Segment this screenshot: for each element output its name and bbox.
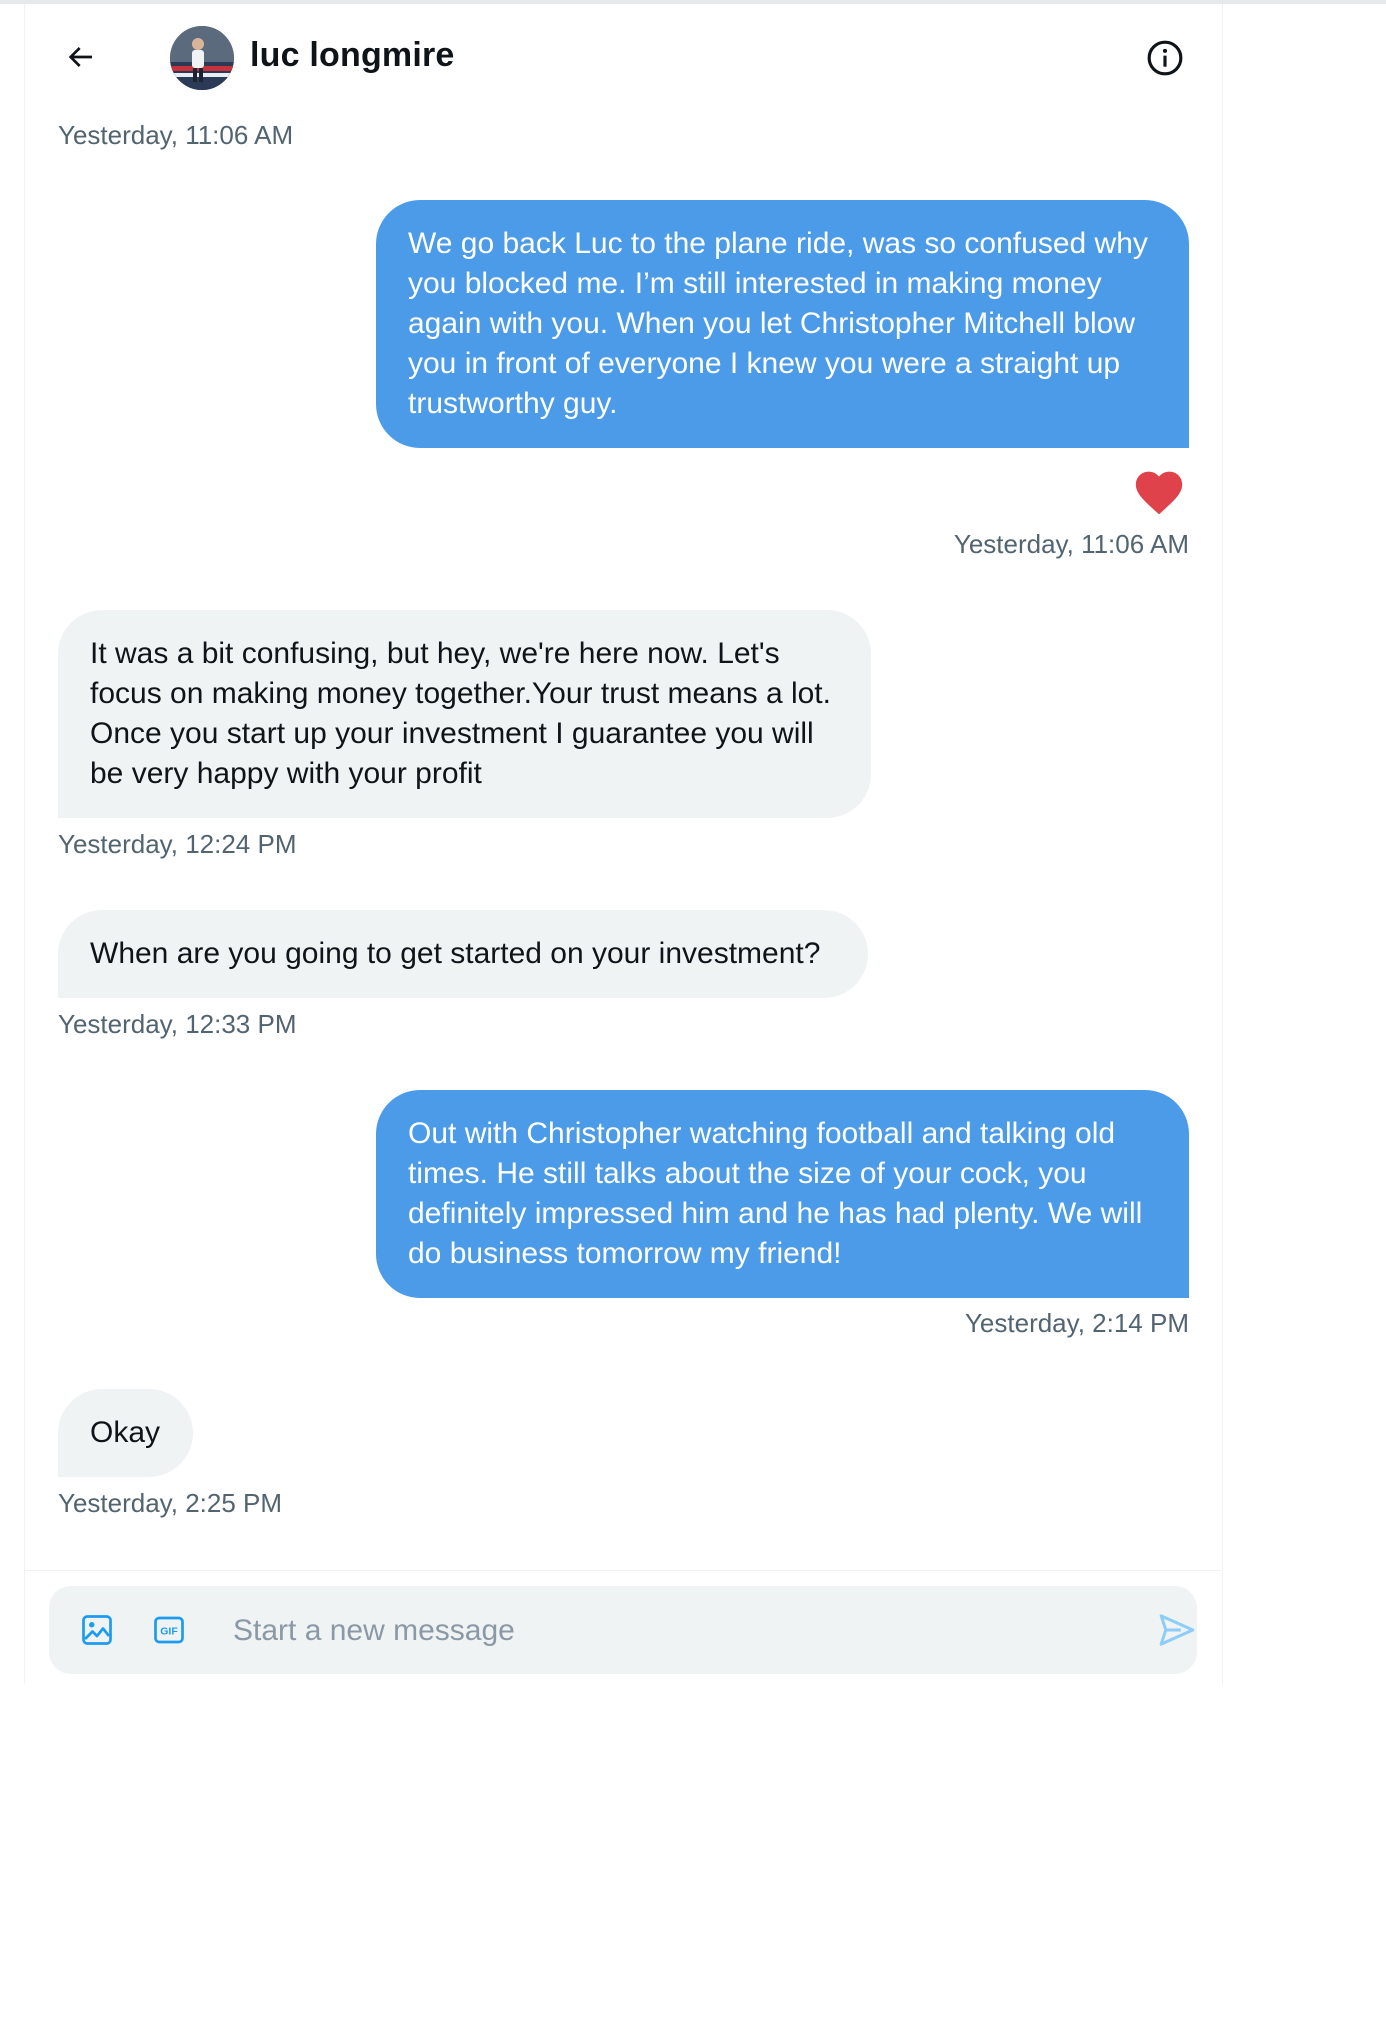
message-timestamp: Yesterday, 2:14 PM [964, 1308, 1189, 1338]
conversation-panel: luc longmire Yesterday, 11:06 AM We go b… [24, 4, 1223, 1684]
received-message-bubble[interactable]: Okay [58, 1389, 193, 1477]
received-message-bubble[interactable]: When are you going to get started on you… [58, 910, 868, 998]
back-button[interactable] [55, 32, 105, 82]
message-timestamp: Yesterday, 11:06 AM [58, 120, 294, 150]
send-icon[interactable] [1157, 1610, 1197, 1650]
conversation-info-button[interactable] [1143, 36, 1187, 80]
contact-avatar[interactable] [170, 26, 234, 90]
message-composer: GIF [49, 1586, 1197, 1674]
sent-message-bubble[interactable]: Out with Christopher watching football a… [376, 1090, 1189, 1298]
conversation-header: luc longmire [25, 4, 1222, 114]
message-input[interactable] [231, 1604, 1055, 1658]
message-timestamp: Yesterday, 2:25 PM [58, 1488, 283, 1518]
arrow-left-icon [68, 47, 92, 67]
message-timestamp: Yesterday, 12:33 PM [58, 1009, 297, 1039]
gif-icon-label: GIF [160, 1626, 178, 1638]
message-timestamp: Yesterday, 11:06 AM [953, 529, 1189, 559]
info-circle-icon [1147, 40, 1183, 76]
gif-icon[interactable]: GIF [151, 1612, 187, 1648]
contact-name[interactable]: luc longmire [250, 36, 455, 75]
image-icon[interactable] [79, 1612, 115, 1648]
message-timestamp: Yesterday, 12:24 PM [58, 829, 297, 859]
received-message-bubble[interactable]: It was a bit confusing, but hey, we're h… [58, 610, 871, 818]
sent-message-bubble[interactable]: We go back Luc to the plane ride, was so… [376, 200, 1189, 448]
composer-divider [25, 1570, 1222, 1571]
heart-icon[interactable] [1132, 466, 1186, 516]
